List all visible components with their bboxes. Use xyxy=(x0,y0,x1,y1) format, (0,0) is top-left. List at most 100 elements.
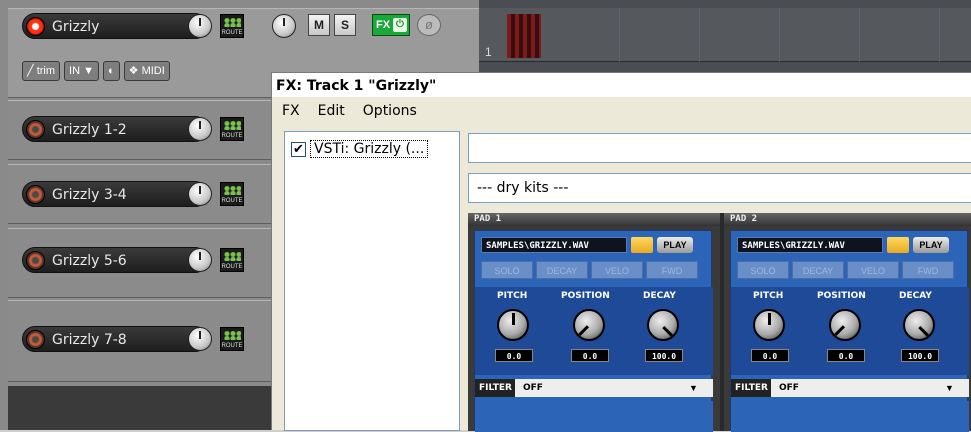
velo-mode-button[interactable]: VELO xyxy=(591,261,643,279)
fx-chain-list[interactable]: ✔ VSTi: Grizzly (... xyxy=(284,131,460,431)
solo-mode-button[interactable]: SOLO xyxy=(481,261,533,279)
position-label: POSITION xyxy=(817,291,866,301)
fx-button-label: FX xyxy=(376,19,391,31)
folder-icon[interactable] xyxy=(887,237,909,253)
chevron-down-icon[interactable]: ▼ xyxy=(689,383,713,393)
velo-mode-button[interactable]: VELO xyxy=(847,261,899,279)
record-arm-icon[interactable] xyxy=(26,185,45,204)
route-button[interactable]: ROUTE xyxy=(220,182,244,206)
position-knob[interactable] xyxy=(573,309,605,341)
decay-label: DECAY xyxy=(643,291,676,301)
controls-panel: PITCH POSITION DECAY 0.0 0.0 100.0 xyxy=(475,287,713,375)
volume-knob[interactable] xyxy=(188,248,212,272)
pad-header: PAD 1 xyxy=(468,213,720,226)
chevron-down-icon[interactable]: ▼ xyxy=(945,383,969,393)
pitch-knob[interactable] xyxy=(753,309,785,341)
route-button[interactable]: ROUTE xyxy=(220,117,244,141)
solo-mode-button[interactable]: SOLO xyxy=(737,261,789,279)
fx-button[interactable]: FX ⏻ xyxy=(372,14,410,36)
track-name-box[interactable]: Grizzly xyxy=(22,13,208,39)
fwd-mode-button[interactable]: FWD xyxy=(902,261,954,279)
position-label: POSITION xyxy=(561,291,610,301)
pitch-value: 0.0 xyxy=(751,349,789,362)
trim-label: trim xyxy=(36,65,56,77)
position-knob[interactable] xyxy=(829,309,861,341)
track-number: 1 xyxy=(485,45,492,59)
position-value: 0.0 xyxy=(827,349,865,362)
input-button[interactable]: IN ▼ xyxy=(64,61,99,81)
pitch-knob[interactable] xyxy=(497,309,529,341)
pitch-label: PITCH xyxy=(753,291,784,301)
track-name: Grizzly 3-4 xyxy=(52,187,127,203)
filter-select[interactable]: OFF xyxy=(771,383,945,393)
fwd-mode-button[interactable]: FWD xyxy=(646,261,698,279)
track-name-box[interactable]: Grizzly 1-2 xyxy=(22,116,208,142)
controls-panel: PITCH POSITION DECAY 0.0 0.0 100.0 xyxy=(731,287,969,375)
monitor-button[interactable]: ◐ xyxy=(102,61,120,81)
route-button[interactable]: ROUTE xyxy=(220,248,244,272)
route-button[interactable]: ROUTE xyxy=(220,14,244,38)
fx-list-item[interactable]: ✔ VSTi: Grizzly (... xyxy=(291,140,429,158)
play-button[interactable]: PLAY xyxy=(913,237,949,253)
grid-line xyxy=(699,8,700,62)
envelope-icon: ╱ xyxy=(27,65,34,77)
grid-line xyxy=(619,8,620,62)
sample-path: SAMPLES\GRIZZLY.WAV xyxy=(737,237,883,253)
record-arm-icon[interactable] xyxy=(26,251,45,270)
fx-window: FX: Track 1 "Grizzly" FX Edit Options ✔ … xyxy=(271,72,971,432)
decay-knob[interactable] xyxy=(903,309,935,341)
pad-body: SAMPLES\GRIZZLY.WAV PLAY SOLO DECAY VELO… xyxy=(474,230,713,432)
sample-row: SAMPLES\GRIZZLY.WAV PLAY xyxy=(737,237,949,253)
decay-knob[interactable] xyxy=(647,309,679,341)
volume-knob[interactable] xyxy=(188,117,212,141)
decay-value: 100.0 xyxy=(901,349,939,362)
preset-field[interactable] xyxy=(468,133,971,163)
pan-knob[interactable] xyxy=(272,14,296,38)
grizzly-plugin-ui: PAD 1 SAMPLES\GRIZZLY.WAV PLAY SOLO DECA… xyxy=(468,213,971,432)
volume-knob[interactable] xyxy=(188,14,212,38)
filter-row[interactable]: FILTER OFF ▼ xyxy=(475,379,713,397)
power-icon[interactable]: ⏻ xyxy=(393,18,407,32)
track-name: Grizzly xyxy=(52,19,100,35)
record-arm-icon[interactable] xyxy=(26,17,45,36)
phase-icon[interactable]: ø xyxy=(417,14,441,36)
menu-fx[interactable]: FX xyxy=(272,99,308,123)
midi-input-button[interactable]: ❖ MIDI xyxy=(123,61,170,81)
fx-window-title[interactable]: FX: Track 1 "Grizzly" xyxy=(272,73,971,97)
track-name-box[interactable]: Grizzly 7-8 xyxy=(22,326,208,352)
track-row2: ╱ trim IN ▼ ◐ ❖ MIDI xyxy=(22,61,170,81)
kit-select[interactable]: --- dry kits --- xyxy=(468,173,971,203)
speaker-icon: ◐ xyxy=(107,65,115,77)
decay-value: 100.0 xyxy=(645,349,683,362)
filter-select[interactable]: OFF xyxy=(515,383,689,393)
track-name-box[interactable]: Grizzly 3-4 xyxy=(22,181,208,207)
midi-label: MIDI xyxy=(141,65,165,77)
play-button[interactable]: PLAY xyxy=(657,237,693,253)
filter-row[interactable]: FILTER OFF ▼ xyxy=(731,379,969,397)
track-name: Grizzly 1-2 xyxy=(52,122,127,138)
grid-line xyxy=(859,8,860,62)
track-name-box[interactable]: Grizzly 5-6 xyxy=(22,247,208,273)
chevron-down-icon: ▼ xyxy=(83,65,94,77)
decay-mode-button[interactable]: DECAY xyxy=(792,261,844,279)
menu-options[interactable]: Options xyxy=(353,99,425,123)
automation-trim-button[interactable]: ╱ trim xyxy=(22,61,61,81)
sample-row: SAMPLES\GRIZZLY.WAV PLAY xyxy=(481,237,693,253)
decay-mode-button[interactable]: DECAY xyxy=(536,261,588,279)
midi-fx-icon: ❖ xyxy=(128,65,139,77)
record-arm-icon[interactable] xyxy=(26,120,45,139)
route-button[interactable]: ROUTE xyxy=(220,327,244,351)
menu-edit[interactable]: Edit xyxy=(308,99,353,123)
mute-button[interactable]: M xyxy=(308,14,330,36)
media-item[interactable] xyxy=(507,14,541,58)
pitch-label: PITCH xyxy=(497,291,528,301)
solo-button[interactable]: S xyxy=(334,14,356,36)
record-arm-icon[interactable] xyxy=(26,330,45,349)
fx-item-label[interactable]: VSTi: Grizzly (... xyxy=(310,140,429,158)
pad-body: SAMPLES\GRIZZLY.WAV PLAY SOLO DECAY VELO… xyxy=(730,230,969,432)
fx-enable-checkbox[interactable]: ✔ xyxy=(291,141,306,157)
volume-knob[interactable] xyxy=(188,182,212,206)
track-name: Grizzly 5-6 xyxy=(52,253,127,269)
folder-icon[interactable] xyxy=(631,237,653,253)
volume-knob[interactable] xyxy=(188,327,212,351)
